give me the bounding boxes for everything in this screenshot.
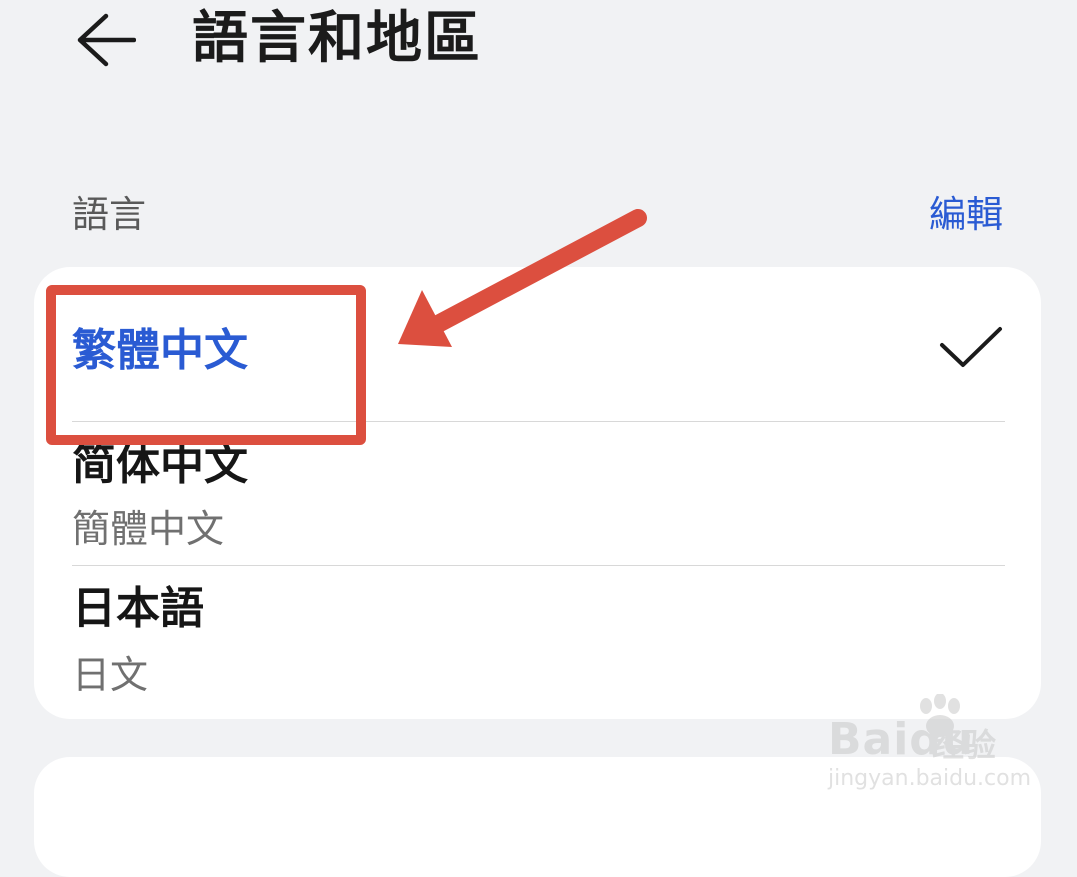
language-item-title: 日本語 <box>72 583 204 634</box>
arrow-left-icon <box>77 13 136 67</box>
header-bar: 語言和地區 <box>0 0 1077 110</box>
annotation-highlight-box <box>46 285 366 445</box>
edit-button[interactable]: 編輯 <box>929 190 1003 240</box>
checkmark-icon <box>940 327 1002 367</box>
language-item-title: 简体中文 <box>72 439 248 490</box>
baidu-watermark: Baidu 经验 jingyan.baidu.com <box>820 690 1040 800</box>
back-button[interactable] <box>62 2 148 78</box>
language-item-subtitle: 日文 <box>72 653 149 697</box>
watermark-logo-cn-text: 经验 <box>932 726 997 764</box>
watermark-url-text: jingyan.baidu.com <box>828 766 1032 791</box>
language-section-label: 語言 <box>72 193 146 236</box>
page-title: 語言和地區 <box>192 6 482 71</box>
language-item-subtitle: 簡體中文 <box>72 507 225 551</box>
